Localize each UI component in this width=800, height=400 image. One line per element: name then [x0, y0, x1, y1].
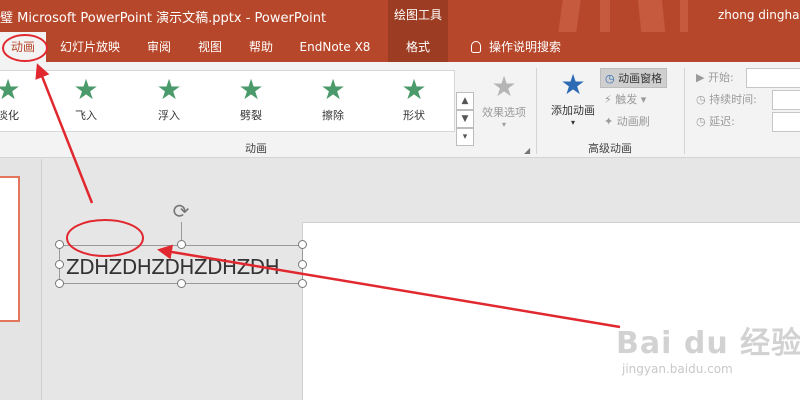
- rotate-handle-icon[interactable]: ⟳: [170, 200, 192, 222]
- start-label: ▶ 开始:: [696, 71, 734, 84]
- group-divider: [684, 68, 685, 154]
- shape-star-icon: ★: [401, 73, 427, 106]
- document-title: 璧 Microsoft PowerPoint 演示文稿.pptx - Power…: [0, 11, 327, 26]
- title-bar: 璧 Microsoft PowerPoint 演示文稿.pptx - Power…: [0, 0, 800, 32]
- dialog-launcher-icon[interactable]: ◢: [524, 146, 530, 155]
- resize-handle-top[interactable]: [177, 240, 186, 249]
- tell-me-label: 操作说明搜索: [488, 40, 561, 54]
- tell-me-search[interactable]: 操作说明搜索: [460, 32, 572, 62]
- lightning-icon: ⚡: [604, 93, 612, 106]
- rotate-connector: [181, 222, 182, 242]
- animation-gallery: ★ 淡化 ★ 飞入 ★ 浮入 ★ 劈裂 ★ 擦除 ★ 形状: [0, 70, 455, 132]
- trigger-button[interactable]: ⚡ 触发 ▾: [604, 90, 646, 110]
- play-icon: ▶: [696, 71, 705, 84]
- effect-split[interactable]: ★ 劈裂: [221, 75, 281, 129]
- user-account[interactable]: zhong dinghan: [718, 8, 800, 22]
- resize-handle-bottom-right[interactable]: [298, 279, 307, 288]
- effect-float-in[interactable]: ★ 浮入: [139, 75, 199, 129]
- gallery-scroll-up-button[interactable]: ▲: [456, 92, 474, 110]
- painter-star-icon: ✦: [604, 115, 614, 128]
- effect-fly-in[interactable]: ★ 飞入: [56, 75, 116, 129]
- wipe-star-icon: ★: [320, 73, 346, 106]
- animation-group-label: 动画: [245, 142, 267, 155]
- gallery-scroll-down-button[interactable]: ▼: [456, 110, 474, 128]
- effect-fade[interactable]: ★ 淡化: [0, 75, 38, 129]
- baidu-watermark: Bai du 经验 jingyan.baidu.com: [616, 326, 800, 376]
- tab-slideshow[interactable]: 幻灯片放映: [52, 32, 128, 62]
- add-animation-button[interactable]: ★ 添加动画 ▾: [544, 68, 602, 127]
- drawing-tools-context-tab: 绘图工具: [388, 0, 448, 32]
- fly-in-star-icon: ★: [73, 73, 99, 106]
- tab-review[interactable]: 审阅: [138, 32, 180, 62]
- lightbulb-icon: [470, 41, 481, 53]
- tab-help[interactable]: 帮助: [240, 32, 282, 62]
- resize-handle-right[interactable]: [298, 260, 307, 269]
- effect-wipe[interactable]: ★ 擦除: [303, 75, 363, 129]
- tab-endnote[interactable]: EndNote X8: [292, 32, 378, 62]
- effect-shape[interactable]: ★ 形状: [384, 75, 444, 129]
- slide-thumbnail[interactable]: [0, 176, 20, 322]
- animation-pane-icon: ◷: [605, 72, 615, 85]
- tab-animation[interactable]: 动画: [0, 32, 46, 62]
- start-select[interactable]: [746, 68, 800, 88]
- tab-view[interactable]: 视图: [190, 32, 230, 62]
- effect-options-star-icon: ★: [491, 70, 517, 103]
- delay-input[interactable]: [772, 112, 800, 132]
- resize-handle-top-left[interactable]: [55, 240, 64, 249]
- duration-label: ◷ 持续时间:: [696, 93, 757, 106]
- float-in-star-icon: ★: [156, 73, 182, 106]
- resize-handle-bottom[interactable]: [177, 279, 186, 288]
- duration-input[interactable]: [772, 90, 800, 110]
- resize-handle-left[interactable]: [55, 260, 64, 269]
- clock-icon: ◷: [696, 115, 706, 128]
- advanced-animation-group-label: 高级动画: [588, 142, 632, 155]
- ribbon: ★ 淡化 ★ 飞入 ★ 浮入 ★ 劈裂 ★ 擦除 ★ 形状 ▲ ▼ ▾ ★ 效果…: [0, 62, 800, 158]
- dropdown-arrow-icon: ▾: [501, 120, 506, 129]
- add-animation-star-icon: ★: [560, 68, 586, 101]
- ribbon-tabs: 动画 幻灯片放映 审阅 视图 帮助 EndNote X8 格式 操作说明搜索: [0, 32, 800, 62]
- fade-star-icon: ★: [0, 73, 21, 106]
- dropdown-arrow-icon: ▾: [570, 118, 575, 127]
- clock-icon: ◷: [696, 93, 706, 106]
- resize-handle-bottom-left[interactable]: [55, 279, 64, 288]
- effect-options-button[interactable]: ★ 效果选项 ▾: [474, 70, 534, 129]
- tab-format[interactable]: 格式: [388, 32, 448, 62]
- split-star-icon: ★: [238, 73, 264, 106]
- animation-painter-button[interactable]: ✦ 动画刷: [604, 112, 650, 132]
- resize-handle-top-right[interactable]: [298, 240, 307, 249]
- animation-pane-button[interactable]: ◷ 动画窗格: [600, 68, 668, 88]
- delay-label: ◷ 延迟:: [696, 115, 735, 128]
- gallery-more-button[interactable]: ▾: [456, 128, 474, 146]
- group-divider: [536, 68, 537, 154]
- textbox-text[interactable]: ZDHZDHZDHZDHZDH: [66, 255, 280, 279]
